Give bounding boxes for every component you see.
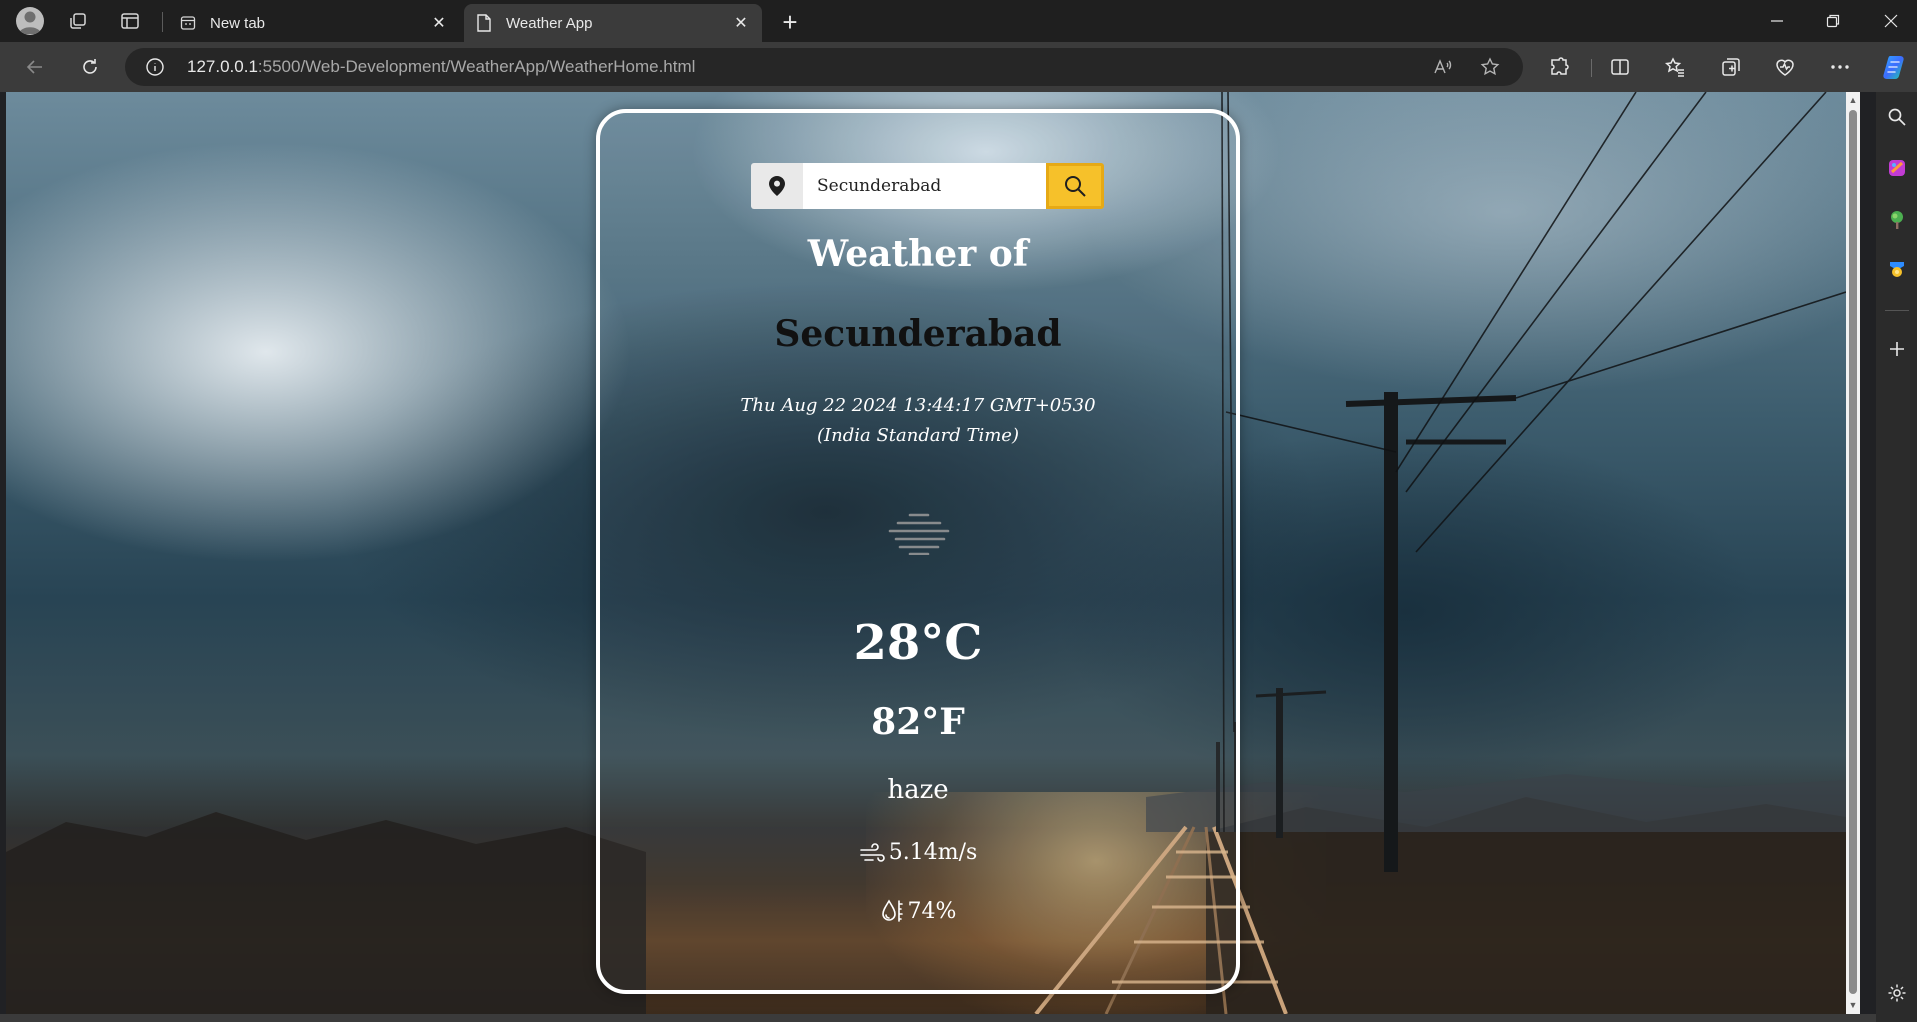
site-info-icon[interactable] bbox=[145, 57, 165, 77]
weather-card: Weather of Secunderabad Thu Aug 22 2024 … bbox=[596, 109, 1240, 994]
magnifier-icon bbox=[1065, 176, 1086, 197]
sidebar-add-icon[interactable] bbox=[1884, 336, 1910, 362]
wind-speed: 5.14m/s bbox=[600, 840, 1236, 865]
temperature-celsius: 28°C bbox=[853, 615, 983, 671]
url-path: :5500/Web-Development/WeatherApp/Weather… bbox=[257, 57, 696, 76]
sidebar-office-icon[interactable] bbox=[1884, 256, 1910, 282]
scroll-up-icon[interactable]: ▲ bbox=[1848, 95, 1858, 105]
new-tab-page-icon bbox=[180, 14, 196, 32]
city-search-bar bbox=[751, 163, 1104, 209]
url-text[interactable]: 127.0.0.1:5500/Web-Development/WeatherAp… bbox=[187, 57, 695, 77]
restore-icon[interactable] bbox=[1818, 8, 1848, 34]
weather-condition: haze bbox=[887, 775, 949, 805]
droplet-icon bbox=[881, 899, 903, 922]
favorites-list-icon[interactable] bbox=[1662, 54, 1688, 80]
city-search-input[interactable] bbox=[803, 163, 1046, 209]
copilot-icon[interactable] bbox=[1880, 52, 1910, 82]
more-options-icon[interactable] bbox=[1827, 54, 1853, 80]
wind-icon bbox=[859, 842, 885, 862]
read-aloud-icon[interactable] bbox=[1432, 56, 1454, 78]
haze-icon bbox=[888, 513, 950, 555]
tab-title: New tab bbox=[210, 14, 266, 32]
browser-essentials-icon[interactable] bbox=[1772, 54, 1798, 80]
page-background: Weather of Secunderabad Thu Aug 22 2024 … bbox=[6, 92, 1846, 1014]
collections-icon[interactable] bbox=[1718, 54, 1744, 80]
close-window-icon[interactable] bbox=[1876, 8, 1906, 34]
humidity-value: 74% bbox=[907, 898, 957, 924]
datetime-line2: (India Standard Time) bbox=[817, 425, 1019, 446]
close-tab-icon[interactable]: ✕ bbox=[428, 12, 450, 34]
tab-title: Weather App bbox=[506, 14, 593, 32]
sidebar-designer-icon[interactable] bbox=[1884, 155, 1910, 181]
tab-separator bbox=[162, 12, 163, 32]
reload-icon[interactable] bbox=[77, 54, 103, 80]
new-tab-plus-icon[interactable]: + bbox=[776, 7, 804, 37]
tab-weather-app[interactable]: Weather App ✕ bbox=[464, 4, 762, 42]
workspaces-icon[interactable] bbox=[66, 9, 90, 33]
url-host: 127.0.0.1 bbox=[187, 57, 258, 76]
edge-sidebar bbox=[1876, 92, 1917, 1022]
scroll-thumb[interactable] bbox=[1849, 110, 1857, 994]
sidebar-separator bbox=[1885, 310, 1909, 311]
minimize-icon[interactable] bbox=[1762, 8, 1792, 34]
sidebar-search-icon[interactable] bbox=[1884, 104, 1910, 130]
favorite-star-icon[interactable] bbox=[1479, 56, 1501, 78]
toolbar-separator bbox=[1591, 59, 1592, 77]
search-button[interactable] bbox=[1046, 163, 1104, 209]
browser-toolbar: 127.0.0.1:5500/Web-Development/WeatherAp… bbox=[0, 42, 1917, 92]
local-datetime: Thu Aug 22 2024 13:44:17 GMT+0530 (India… bbox=[718, 391, 1118, 451]
profile-avatar-icon[interactable] bbox=[16, 7, 44, 35]
wind-value: 5.14m/s bbox=[888, 840, 978, 865]
page-scrollbar[interactable]: ▲ ▼ bbox=[1846, 92, 1860, 1014]
browser-tab-bar: New tab ✕ Weather App ✕ + bbox=[0, 0, 1917, 42]
address-bar[interactable]: 127.0.0.1:5500/Web-Development/WeatherAp… bbox=[125, 48, 1523, 86]
back-arrow-icon[interactable] bbox=[22, 54, 48, 80]
weather-heading: Weather of bbox=[807, 233, 1029, 275]
extensions-icon[interactable] bbox=[1546, 54, 1572, 80]
close-tab-icon[interactable]: ✕ bbox=[730, 12, 752, 34]
vertical-tabs-icon[interactable] bbox=[118, 9, 142, 33]
window-bottom-edge bbox=[0, 1014, 1876, 1022]
sidebar-settings-gear-icon[interactable] bbox=[1884, 980, 1910, 1006]
datetime-line1: Thu Aug 22 2024 13:44:17 GMT+0530 bbox=[740, 395, 1096, 416]
split-screen-icon[interactable] bbox=[1607, 54, 1633, 80]
map-pin-icon bbox=[751, 163, 803, 209]
sidebar-tree-icon[interactable] bbox=[1884, 207, 1910, 233]
tab-new-tab[interactable]: New tab ✕ bbox=[168, 4, 460, 42]
city-name: Secunderabad bbox=[774, 313, 1062, 355]
humidity: 74% bbox=[600, 898, 1236, 924]
scroll-down-icon[interactable]: ▼ bbox=[1848, 1000, 1858, 1010]
page-document-icon bbox=[476, 14, 492, 32]
temperature-fahrenheit: 82°F bbox=[871, 701, 965, 743]
